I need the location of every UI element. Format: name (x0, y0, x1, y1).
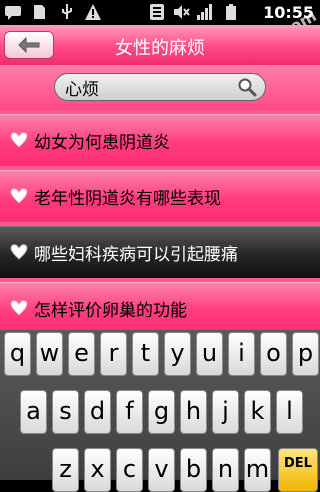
key-k[interactable]: k (244, 390, 271, 434)
key-r[interactable]: r (100, 332, 127, 376)
key-l[interactable]: l (276, 390, 303, 434)
status-time: 10:55 (263, 3, 314, 22)
list-item[interactable]: 幼女为何患阴道炎 (0, 114, 320, 166)
key-o[interactable]: o (260, 332, 287, 376)
status-bar: apk8.com 10:55 (0, 0, 320, 66)
key-q[interactable]: q (4, 332, 31, 376)
soft-keyboard: q w e r t y u i o p a s d f g h j k l z … (0, 330, 320, 492)
key-m[interactable]: m (244, 448, 271, 492)
key-u[interactable]: u (196, 332, 223, 376)
search-icon[interactable] (237, 77, 257, 97)
list-item[interactable]: 怎样评价卵巢的功能 (0, 282, 320, 334)
delete-key[interactable]: DEL (278, 448, 318, 492)
mute-icon (174, 5, 190, 19)
key-a[interactable]: a (20, 390, 47, 434)
key-s[interactable]: s (52, 390, 79, 434)
heart-icon (10, 132, 28, 148)
key-w[interactable]: w (36, 332, 63, 376)
sd-card-icon (34, 5, 45, 19)
key-e[interactable]: e (68, 332, 95, 376)
key-y[interactable]: y (164, 332, 191, 376)
article-list: 幼女为何患阴道炎 老年性阴道炎有哪些表现 哪些妇科疾病可以引起腰痛 怎样评价卵巢… (0, 110, 320, 334)
list-item[interactable]: 老年性阴道炎有哪些表现 (0, 170, 320, 222)
key-x[interactable]: x (84, 448, 111, 492)
list-item-label: 哪些妇科疾病可以引起腰痛 (34, 245, 238, 265)
key-i[interactable]: i (228, 332, 255, 376)
battery-icon (226, 4, 236, 20)
list-item-selected[interactable]: 哪些妇科疾病可以引起腰痛 (0, 226, 320, 278)
heart-icon (10, 300, 28, 316)
key-c[interactable]: c (116, 448, 143, 492)
warning-icon (85, 4, 101, 20)
page-title: 女性的麻烦 (115, 38, 205, 59)
heart-icon (10, 188, 28, 204)
key-z[interactable]: z (52, 448, 79, 492)
key-t[interactable]: t (132, 332, 159, 376)
usb-icon (62, 4, 72, 19)
key-n[interactable]: n (212, 448, 239, 492)
key-h[interactable]: h (180, 390, 207, 434)
wifi-icon (150, 4, 164, 20)
key-b[interactable]: b (180, 448, 207, 492)
key-f[interactable]: f (116, 390, 143, 434)
key-p[interactable]: p (292, 332, 319, 376)
signal-icon (197, 4, 212, 20)
list-item-label: 老年性阴道炎有哪些表现 (34, 189, 221, 209)
key-v[interactable]: v (148, 448, 175, 492)
search-bar (0, 65, 320, 110)
sms-icon (5, 6, 21, 20)
key-d[interactable]: d (84, 390, 111, 434)
search-box[interactable] (54, 73, 266, 101)
header: 女性的麻烦 (0, 25, 320, 65)
key-g[interactable]: g (148, 390, 175, 434)
search-input[interactable] (65, 74, 235, 100)
key-j[interactable]: j (212, 390, 239, 434)
list-item-label: 幼女为何患阴道炎 (34, 133, 170, 153)
heart-icon (10, 244, 28, 260)
list-item-label: 怎样评价卵巢的功能 (34, 301, 187, 321)
